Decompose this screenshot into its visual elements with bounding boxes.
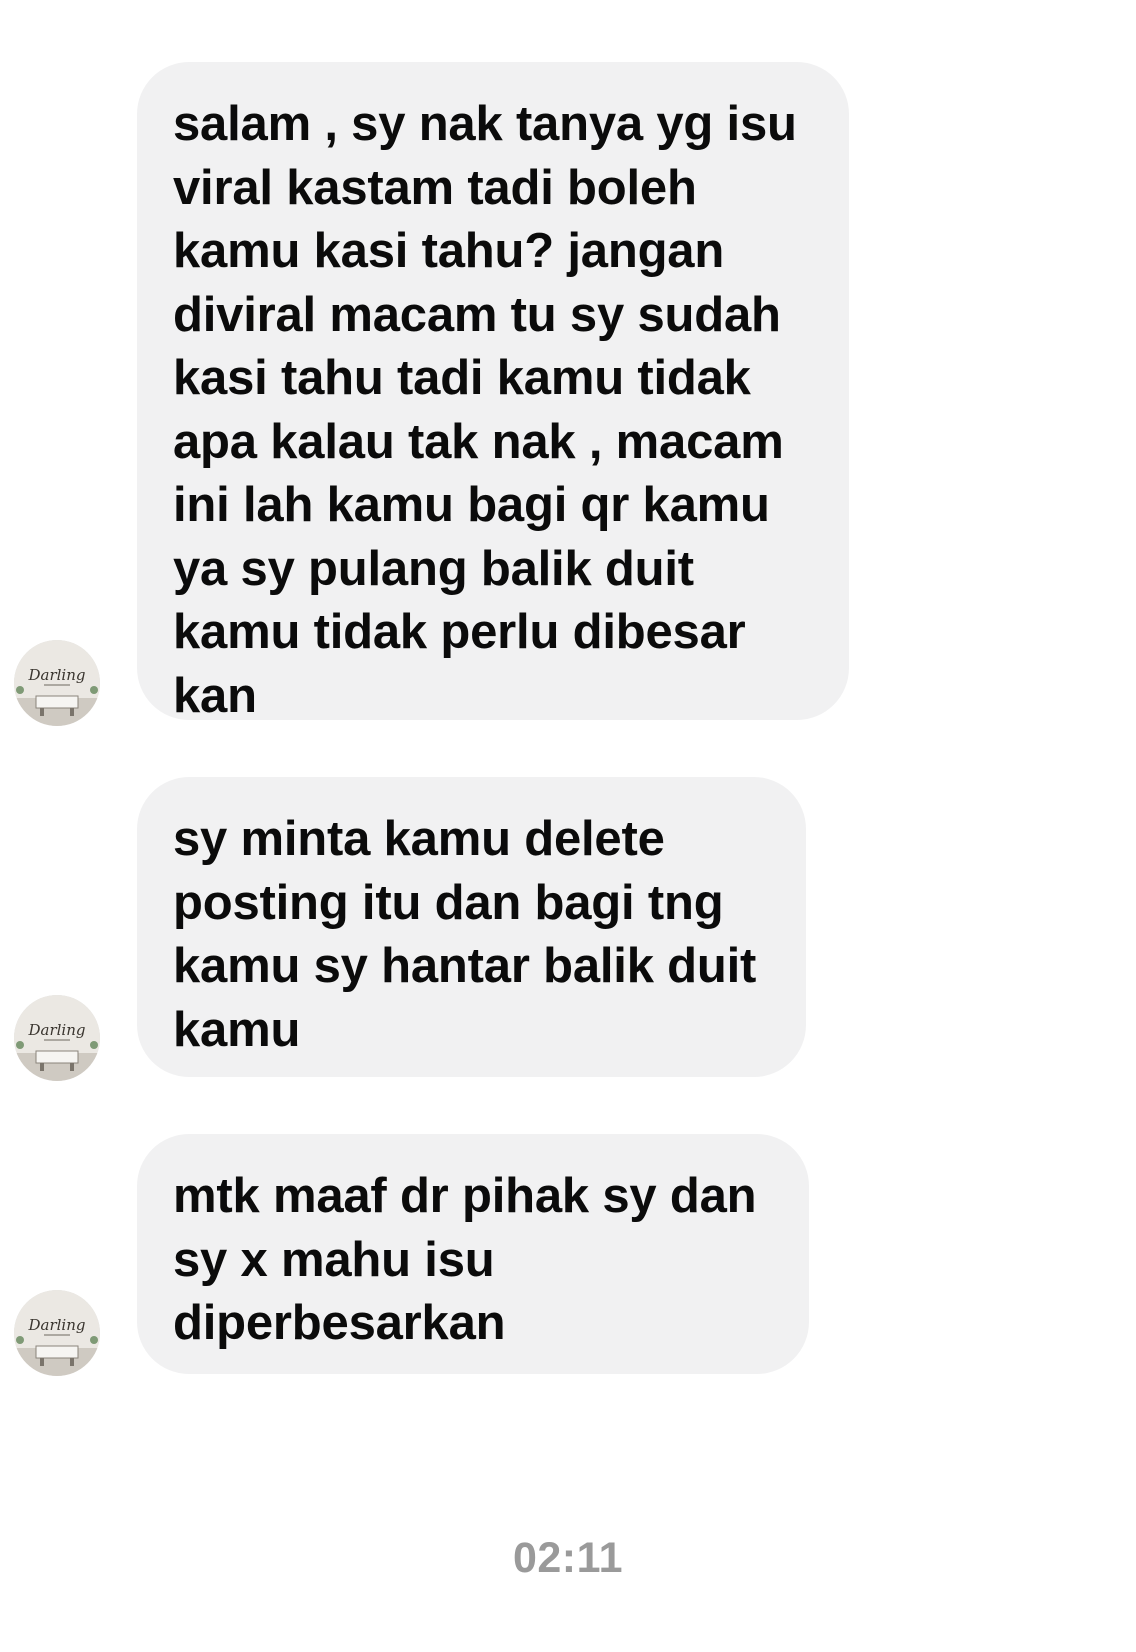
sender-avatar[interactable]: Darling — [14, 995, 100, 1081]
message-bubble[interactable]: sy minta kamu delete posting itu dan bag… — [137, 777, 806, 1077]
message-bubble[interactable]: salam , sy nak tanya yg isu viral kastam… — [137, 62, 849, 723]
sender-avatar[interactable]: Darling — [14, 1290, 100, 1376]
sender-avatar[interactable]: Darling — [14, 640, 100, 726]
darling-logo-avatar-icon: Darling — [14, 1290, 100, 1376]
svg-text:Darling: Darling — [28, 1316, 86, 1334]
svg-text:Darling: Darling — [28, 666, 86, 684]
message-text: sy minta kamu delete posting itu dan bag… — [173, 812, 757, 1057]
message-bubble[interactable]: mtk maaf dr pihak sy dan sy x mahu isu d… — [137, 1134, 809, 1374]
message-timestamp: 02:11 — [512, 1534, 624, 1582]
message-text: mtk maaf dr pihak sy dan sy x mahu isu d… — [173, 1169, 757, 1350]
message-text: salam , sy nak tanya yg isu viral kastam… — [173, 97, 797, 723]
darling-logo-avatar-icon: Darling — [14, 640, 100, 726]
svg-text:Darling: Darling — [28, 1021, 86, 1039]
darling-logo-avatar-icon: Darling — [14, 995, 100, 1081]
message-thread: salam , sy nak tanya yg isu viral kastam… — [0, 0, 1136, 1652]
